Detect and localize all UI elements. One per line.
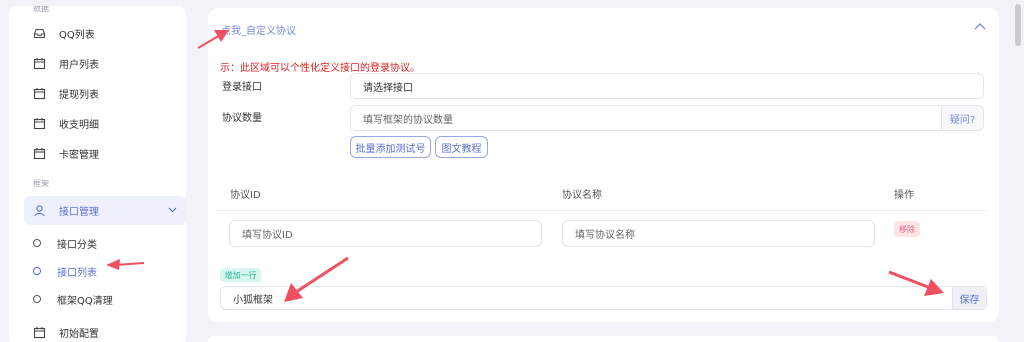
sidebar-item-label: 收支明细 bbox=[59, 119, 99, 131]
circle-icon bbox=[33, 239, 41, 247]
add-row-button[interactable]: 增加一行 bbox=[220, 268, 261, 282]
tutorial-button[interactable]: 图文教程 bbox=[435, 136, 488, 158]
login-interface-value: 请选择接口 bbox=[363, 82, 413, 94]
protocol-name-placeholder: 填写协议名称 bbox=[575, 230, 635, 241]
sidebar: 数据 QQ列表 用户列表 提现列表 收支明细 卡密管理 框架 接口管理 接口分类… bbox=[9, 6, 186, 342]
sidebar-group-interface-management[interactable]: 接口管理 bbox=[24, 196, 186, 225]
circle-icon bbox=[33, 295, 41, 303]
scrollbar[interactable] bbox=[1013, 0, 1024, 342]
circle-icon bbox=[33, 267, 41, 275]
protocol-count-input[interactable]: 填写框架的协议数量 疑问? bbox=[350, 105, 984, 131]
chevron-up-icon[interactable] bbox=[973, 22, 987, 34]
calendar-icon bbox=[33, 57, 46, 70]
sidebar-item-card-keys[interactable]: 卡密管理 bbox=[33, 141, 183, 165]
sidebar-item-label: 初始配置 bbox=[59, 328, 99, 340]
sidebar-item-initial-config[interactable]: 初始配置 bbox=[33, 320, 183, 342]
protocol-id-placeholder: 填写协议ID bbox=[242, 230, 293, 241]
calendar-icon bbox=[33, 147, 46, 160]
sidebar-sub-item-category[interactable]: 接口分类 bbox=[33, 233, 97, 253]
sidebar-sub-item-qq-cleanup[interactable]: 框架QQ清理 bbox=[33, 289, 113, 309]
sidebar-item-withdraw-list[interactable]: 提现列表 bbox=[33, 81, 183, 105]
sidebar-section-label-framework: 框架 bbox=[33, 179, 49, 188]
sidebar-sub-item-label: 接口分类 bbox=[57, 239, 97, 251]
sidebar-item-label: 提现列表 bbox=[59, 89, 99, 101]
sidebar-section-label-data: 数据 bbox=[33, 6, 49, 13]
sidebar-item-qq-list[interactable]: QQ列表 bbox=[33, 21, 183, 45]
sidebar-group-label: 接口管理 bbox=[59, 207, 99, 218]
scrollbar-thumb[interactable] bbox=[1015, 4, 1021, 46]
sidebar-sub-item-label: 框架QQ清理 bbox=[57, 295, 113, 307]
batch-add-test-accounts-button[interactable]: 批量添加测试号 bbox=[350, 136, 431, 158]
column-header-actions: 操作 bbox=[894, 190, 914, 201]
sidebar-item-transactions[interactable]: 收支明细 bbox=[33, 111, 183, 135]
notice-text: 示：此区域可以个性化定义接口的登录协议。 bbox=[220, 63, 420, 74]
inbox-icon bbox=[33, 27, 46, 40]
column-header-protocol-name: 协议名称 bbox=[562, 190, 602, 201]
sidebar-sub-item-label: 接口列表 bbox=[57, 267, 97, 279]
sidebar-item-label: 卡密管理 bbox=[59, 149, 99, 161]
calendar-icon bbox=[33, 326, 46, 339]
chevron-down-icon bbox=[168, 205, 177, 216]
help-button[interactable]: 疑问? bbox=[941, 106, 983, 130]
protocol-count-placeholder: 填写框架的协议数量 bbox=[363, 114, 453, 126]
sidebar-item-label: 用户列表 bbox=[59, 59, 99, 71]
login-interface-select[interactable]: 请选择接口 bbox=[350, 73, 984, 99]
calendar-icon bbox=[33, 117, 46, 130]
calendar-icon bbox=[33, 87, 46, 100]
framework-name-value: 小狐框架 bbox=[233, 294, 273, 306]
next-card-edge bbox=[208, 336, 999, 342]
sidebar-sub-item-interface-list[interactable]: 接口列表 bbox=[33, 261, 97, 281]
table-divider bbox=[216, 210, 987, 211]
protocol-id-input[interactable]: 填写协议ID bbox=[229, 220, 542, 247]
save-button[interactable]: 保存 bbox=[952, 287, 986, 309]
sidebar-item-user-list[interactable]: 用户列表 bbox=[33, 51, 183, 75]
sidebar-item-label: QQ列表 bbox=[59, 29, 95, 41]
column-header-protocol-id: 协议ID bbox=[230, 190, 261, 201]
panel-title[interactable]: 点我_自定义协议 bbox=[221, 22, 296, 37]
framework-name-input[interactable]: 小狐框架 保存 bbox=[220, 286, 987, 310]
remove-row-button[interactable]: 移除 bbox=[894, 221, 920, 237]
protocol-name-input[interactable]: 填写协议名称 bbox=[562, 220, 875, 247]
protocol-count-label: 协议数量 bbox=[222, 113, 262, 124]
login-interface-label: 登录接口 bbox=[222, 82, 262, 93]
custom-protocol-panel: 点我_自定义协议 示：此区域可以个性化定义接口的登录协议。 登录接口 请选择接口… bbox=[208, 8, 999, 322]
user-icon bbox=[33, 204, 46, 217]
